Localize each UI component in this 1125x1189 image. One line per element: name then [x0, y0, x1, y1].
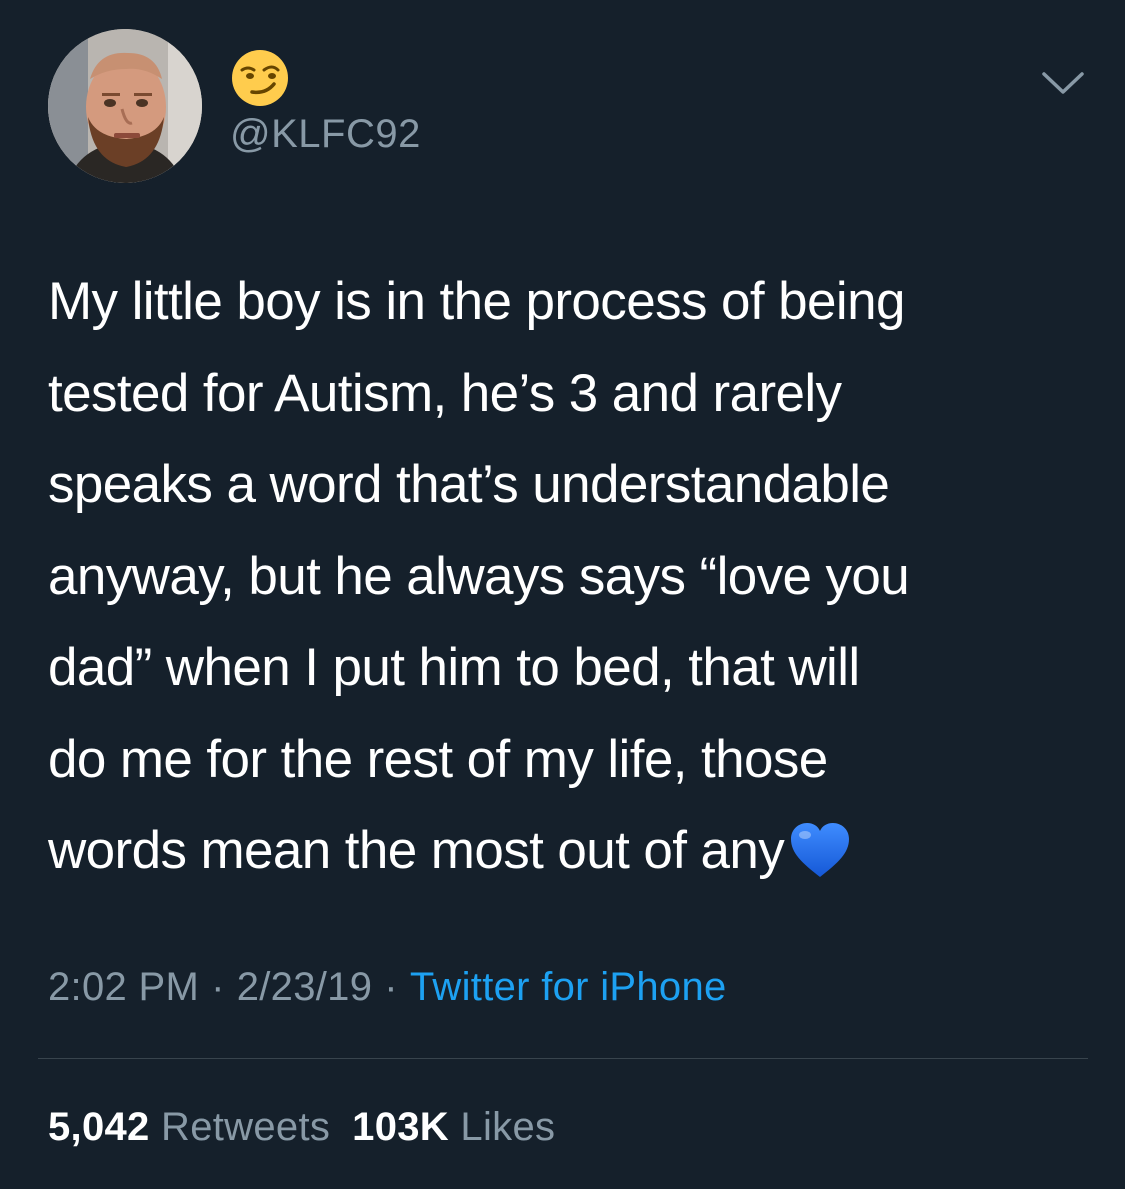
- tweet-text-line: My little boy is in the process of being: [48, 272, 905, 331]
- likes-label: Likes: [460, 1105, 556, 1149]
- retweets-count: 5,042: [48, 1105, 150, 1149]
- tweet-text-line: do me for the rest of my life, those: [48, 729, 828, 789]
- meta-separator: ·: [384, 965, 398, 1009]
- tweet-text-line-content: words mean the most out of any: [48, 821, 785, 880]
- tweet-date: 2/23/19: [236, 965, 373, 1009]
- tweet-text-line-last: words mean the most out of any: [48, 805, 1088, 897]
- tweet-stats: 5,042 Retweets 103K Likes: [48, 1102, 555, 1152]
- divider: [38, 1058, 1088, 1059]
- user-handle[interactable]: @KLFC92: [230, 110, 421, 158]
- tweet-detail: @KLFC92 My little boy is in the process …: [0, 0, 1125, 1189]
- profile-photo-icon: [48, 29, 202, 183]
- tweet-text-line: anyway, but he always says “love you: [48, 546, 910, 606]
- tweet-text-line: dad” when I put him to bed, that will: [48, 638, 860, 697]
- avatar[interactable]: [48, 29, 202, 183]
- meta-separator: ·: [211, 965, 225, 1009]
- retweets-stat[interactable]: 5,042 Retweets: [48, 1105, 330, 1149]
- tweet-meta: 2:02 PM · 2/23/19 · Twitter for iPhone: [48, 962, 727, 1012]
- tweet-text-line: speaks a word that’s understandable: [48, 455, 890, 514]
- likes-stat[interactable]: 103K Likes: [352, 1105, 555, 1149]
- display-name-emoji[interactable]: [230, 48, 290, 108]
- likes-count: 103K: [352, 1105, 449, 1149]
- tweet-text-line: tested for Autism, he’s 3 and rarely: [48, 363, 842, 423]
- chevron-down-icon[interactable]: [1040, 64, 1086, 104]
- blue-heart-icon: [788, 818, 852, 878]
- tweet-time: 2:02 PM: [48, 965, 200, 1009]
- tweet-text: My little boy is in the process of being…: [48, 256, 1088, 897]
- retweets-label: Retweets: [161, 1105, 331, 1149]
- smirking-face-icon: [232, 50, 288, 106]
- tweet-source-link[interactable]: Twitter for iPhone: [410, 965, 727, 1009]
